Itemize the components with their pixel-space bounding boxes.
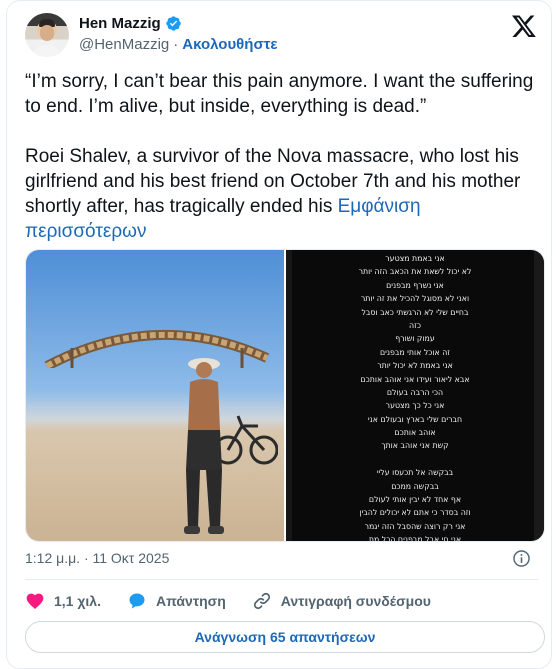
story-line: וזה בסדר כי אתם לא יכולים להבין [359,508,471,518]
story-line: זה אוכל אותי מבפנים [379,347,451,357]
timestamp[interactable]: 1:12 μ.μ. · 11 Οκτ 2025 [25,550,169,566]
media-grid: אני באמת מצטער לא יכול לשאת את הכאב הזה י… [25,249,545,542]
tweet-text: “I’m sorry, I can’t bear this pain anymo… [25,69,545,244]
tweet-body-text: Roei Shalev, a survivor of the Nova mass… [25,146,526,217]
avatar[interactable] [25,13,69,57]
person-graphic [184,358,224,534]
story-line: חברים שלי בארץ ובעולם אני [367,414,463,424]
story-line: בחיים שלי לא הרגשתי כאב וסבל [361,307,469,317]
reply-label: Απάντηση [155,593,226,609]
reply-bubble-icon [129,593,145,609]
man-at-festival-photo[interactable] [26,250,284,541]
follow-button[interactable]: Ακολουθήστε [182,36,277,53]
copy-link-button[interactable]: Αντιγραφή συνδέσμου [252,591,431,611]
story-line: אני רק רוצה שהסבל הזה יגמר [364,521,466,531]
heart-icon [26,593,44,609]
story-line: קשת אני אוהב אותך [381,441,449,451]
story-line: לא יכול לשאת את הכאב הזה יותר [358,267,472,277]
copy-link-label: Αντιγραφή συνδέσμου [280,593,431,609]
story-line: ואני לא מסוגל להכיל את זה יותר [360,294,470,304]
story-line: כזה [409,320,421,330]
separator-dot: · [173,36,179,53]
story-line: אני כל כך מצטער [385,401,445,411]
tweet-paragraph-body: Roei Shalev, a survivor of the Nova mass… [25,144,545,244]
like-count: 1,1 χιλ. [54,593,101,609]
divider [25,579,539,580]
link-icon [253,592,270,610]
story-line: בבקשה אל תכעסו עליי [376,468,454,478]
story-line: הכי הרבה בעולם [386,387,444,397]
story-line: אני באמת מצטער [385,254,445,263]
author-handle[interactable]: @HenMazzig [79,36,169,53]
story-line: עמוק ושורף [395,334,435,344]
story-line: בבקשה ממכם [391,481,439,491]
story-line: אני נשרף מבפנים [386,280,444,290]
info-icon[interactable] [512,549,531,568]
author-name-row: Hen Mazzig [79,15,182,32]
verified-badge-icon [166,16,181,31]
story-text: אני באמת מצטער לא יכול לשאת את הכאב הזה י… [286,252,544,542]
action-bar: 1,1 χιλ. Απάντηση Αντιγραφή συνδέσμου [25,591,457,611]
like-button[interactable]: 1,1 χιλ. [25,591,101,611]
story-line: אבא ליאור ועידו אני אוהב אותכם [360,374,470,384]
tweet-header: Hen Mazzig @HenMazzig · Ακολουθήστε [25,13,539,57]
x-logo-icon[interactable] [511,13,537,39]
story-line [286,453,544,466]
story-line: אוהב אותכם [394,428,436,438]
tweet-card: Hen Mazzig @HenMazzig · Ακολουθήστε “I’m… [6,0,552,669]
story-screenshot[interactable]: אני באמת מצטער לא יכול לשאת את הכאב הזה י… [286,250,544,541]
author-name[interactable]: Hen Mazzig [79,15,161,32]
tweet-paragraph-quote: “I’m sorry, I can’t bear this pain anymo… [25,71,539,117]
reply-button[interactable]: Απάντηση [127,591,226,611]
read-replies-button[interactable]: Ανάγνωση 65 απαντήσεων [25,621,545,653]
festival-sign-graphic [44,329,270,368]
story-line: אני באמת לא יכול יותר [377,361,453,371]
story-line: אף אחד לא יבין אותי לעולם [368,495,462,505]
story-line: אני חי אבל מבפנים הכל מת [368,535,462,542]
handle-row: @HenMazzig · Ακολουθήστε [79,36,278,53]
